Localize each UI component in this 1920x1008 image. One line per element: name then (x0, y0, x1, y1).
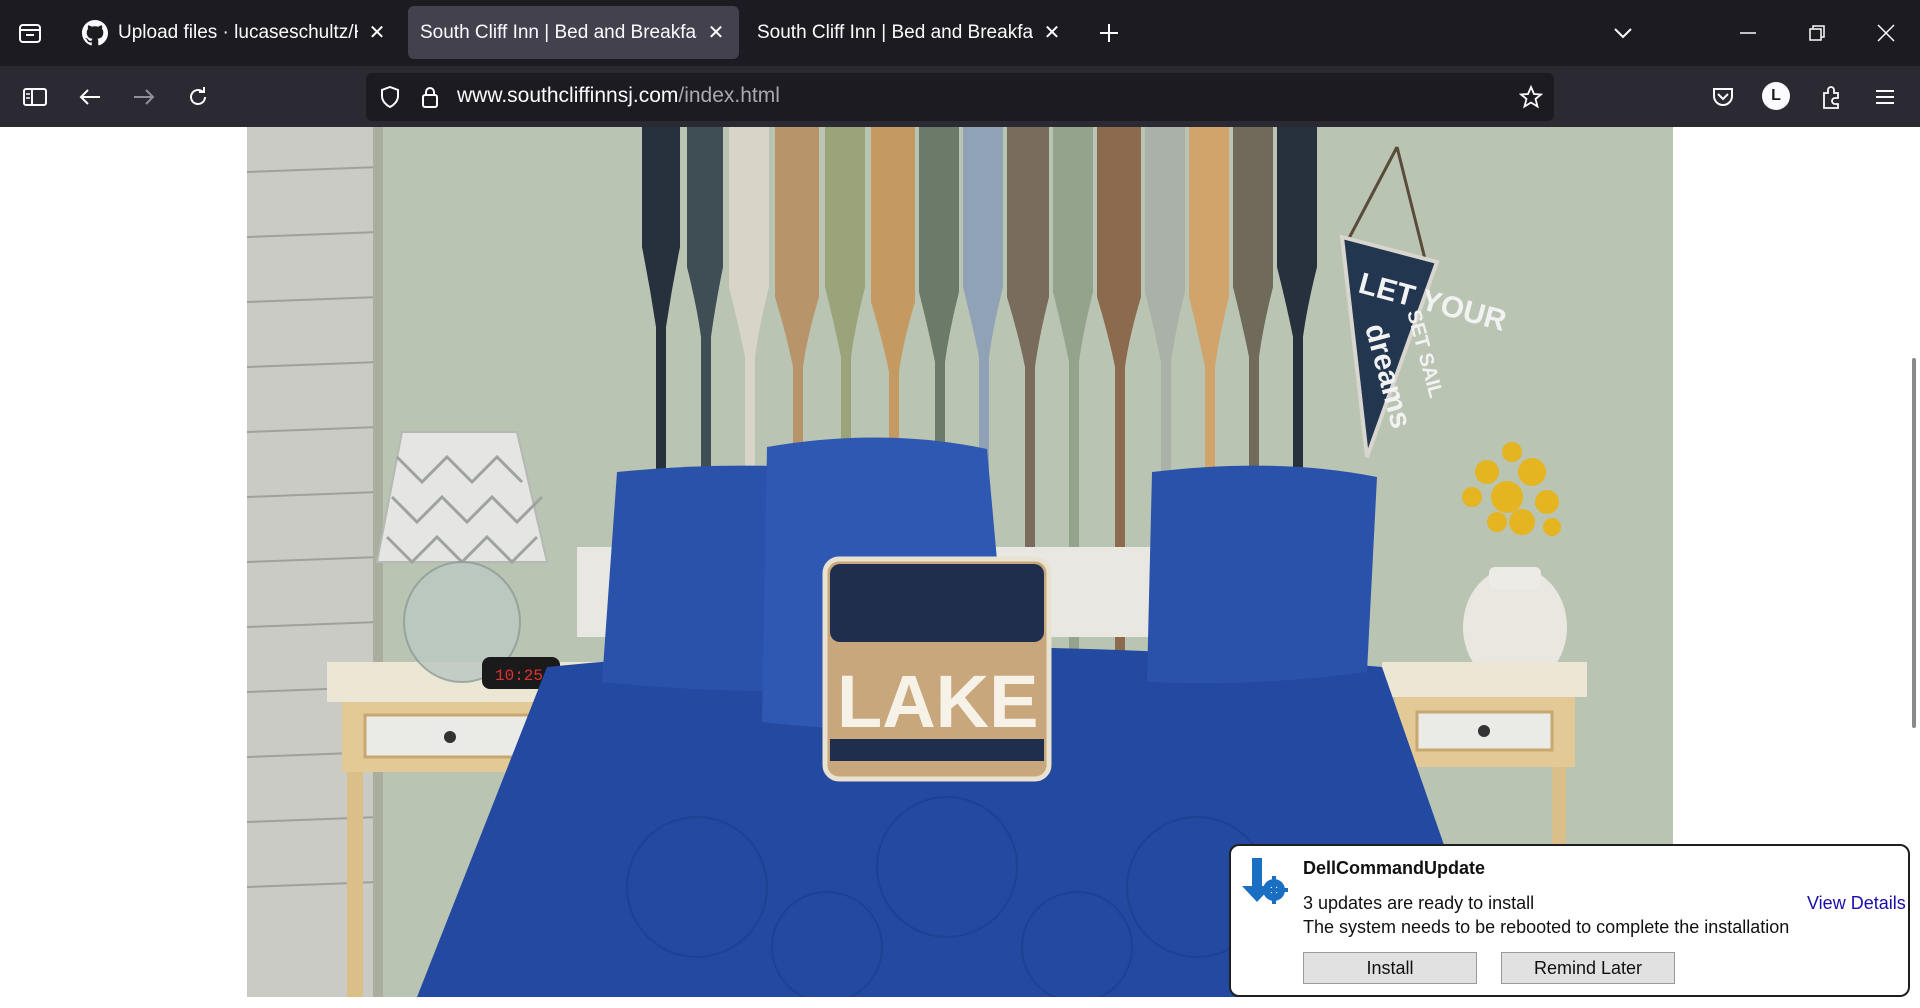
notification-detail: The system needs to be rebooted to compl… (1303, 917, 1790, 937)
view-details-link[interactable]: View Details (1807, 893, 1906, 914)
notification-message: 3 updates are ready to install (1303, 893, 1535, 913)
lock-icon[interactable] (415, 81, 445, 113)
tab-github-upload[interactable]: Upload files · lucaseschultz/HTT ✕ (70, 6, 400, 59)
dell-command-update-icon (1238, 856, 1288, 906)
notification-app-name: DellCommandUpdate (1303, 858, 1486, 878)
close-window-icon[interactable] (1868, 16, 1904, 50)
list-all-tabs-icon[interactable] (1606, 18, 1640, 48)
tracking-protection-shield-icon[interactable] (375, 81, 405, 113)
new-tab-icon[interactable] (1092, 16, 1126, 50)
firefox-view-icon[interactable] (14, 16, 46, 50)
back-icon[interactable] (73, 80, 107, 114)
restore-icon[interactable] (1799, 16, 1835, 50)
account-initial: L (1771, 87, 1781, 104)
extensions-icon[interactable] (1814, 80, 1848, 114)
remind-later-button[interactable]: Remind Later (1501, 952, 1675, 984)
bookmark-star-icon[interactable] (1514, 80, 1548, 114)
reload-icon[interactable] (181, 80, 215, 114)
pillow-text: LAKE (837, 660, 1038, 743)
account-avatar[interactable]: L (1762, 82, 1790, 110)
url-path: /index.html (678, 84, 780, 107)
tab-south-cliff-active[interactable]: South Cliff Inn | Bed and Breakfast | ✕ (408, 6, 739, 59)
install-button[interactable]: Install (1303, 952, 1477, 984)
alarm-clock-display: 10:25 (495, 667, 543, 685)
forward-icon[interactable] (127, 80, 161, 114)
close-tab-icon[interactable]: ✕ (1041, 22, 1063, 44)
tab-title: Upload files · lucaseschultz/HTT (118, 21, 358, 43)
dell-update-notification: DellCommandUpdate 3 updates are ready to… (1229, 844, 1910, 997)
page-scrollbar[interactable] (1912, 358, 1916, 728)
tab-title: South Cliff Inn | Bed and Breakfast | (757, 21, 1033, 43)
sidebar-icon[interactable] (18, 80, 52, 114)
close-tab-icon[interactable]: ✕ (705, 22, 727, 44)
url-host: www.southcliffinnsj.com (457, 84, 679, 107)
url-text[interactable]: www.southcliffinnsj.com/index.html (457, 84, 780, 108)
app-menu-icon[interactable] (1868, 80, 1902, 114)
minimize-icon[interactable] (1730, 16, 1766, 50)
github-icon (82, 19, 108, 46)
pocket-icon[interactable] (1706, 80, 1740, 114)
tab-south-cliff[interactable]: South Cliff Inn | Bed and Breakfast | ✕ (745, 6, 1075, 59)
close-tab-icon[interactable]: ✕ (366, 22, 388, 44)
tab-title: South Cliff Inn | Bed and Breakfast | (420, 21, 697, 43)
